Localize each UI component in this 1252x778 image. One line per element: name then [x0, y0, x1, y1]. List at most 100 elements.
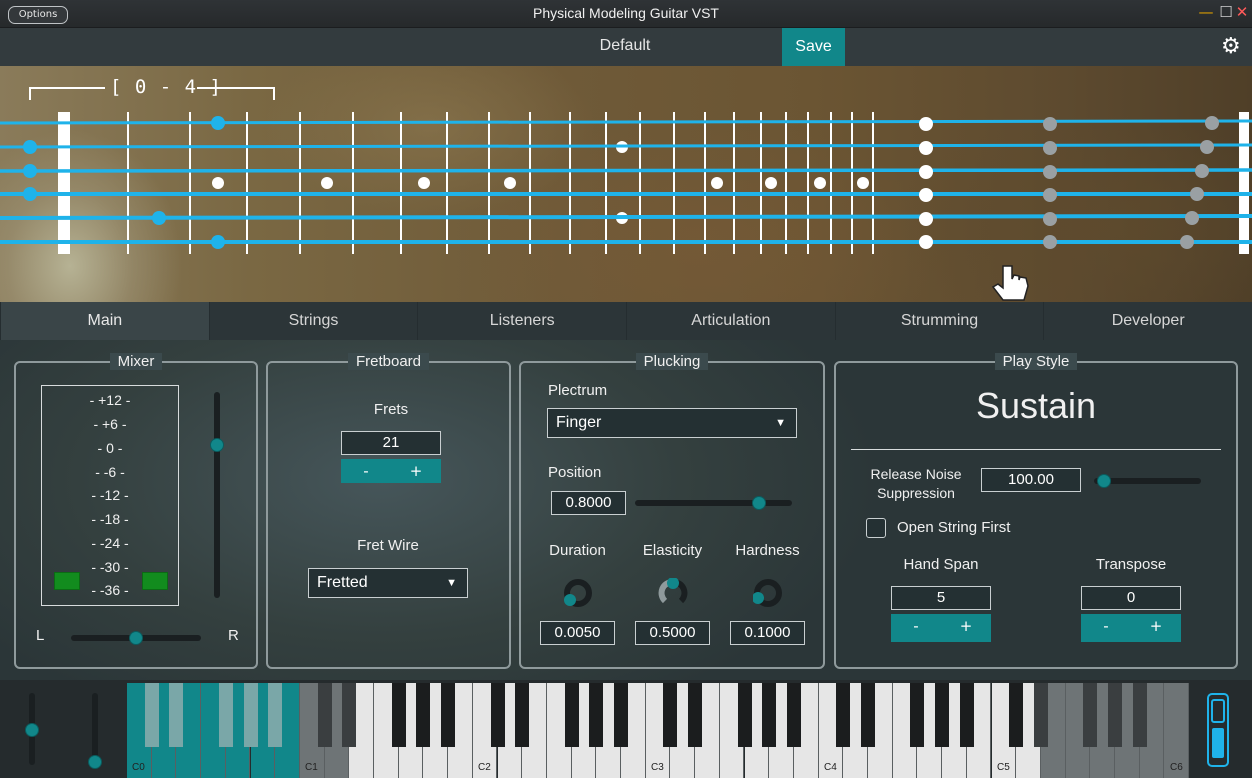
black-key[interactable] — [614, 683, 628, 747]
duration-field[interactable]: 0.0050 — [540, 621, 615, 645]
position-slider-thumb[interactable] — [752, 496, 766, 510]
frets-increment-button[interactable]: + — [391, 459, 441, 483]
plectrum-dropdown[interactable]: Finger ▼ — [547, 408, 797, 438]
release-noise-slider[interactable] — [1094, 474, 1201, 488]
position-field[interactable]: 0.8000 — [551, 491, 626, 515]
chevron-down-icon: ▼ — [775, 417, 786, 429]
black-key[interactable] — [1009, 683, 1024, 747]
black-key[interactable] — [935, 683, 950, 747]
fret-wire-dropdown[interactable]: Fretted ▼ — [308, 568, 468, 598]
position-slider[interactable] — [635, 496, 792, 510]
black-key[interactable] — [218, 683, 233, 747]
tab-strings[interactable]: Strings — [208, 302, 418, 340]
octave-label: C5 — [997, 762, 1010, 773]
hand-span-increment-button[interactable]: + — [941, 614, 991, 642]
black-key[interactable] — [515, 683, 530, 747]
black-key[interactable] — [441, 683, 456, 747]
db-label: - -6 - — [95, 464, 125, 480]
pan-right-label: R — [228, 627, 239, 644]
preset-name[interactable]: Default — [560, 37, 690, 55]
duration-knob[interactable] — [563, 578, 593, 608]
open-string-first-checkbox[interactable] — [866, 518, 886, 538]
hand-span-label: Hand Span — [903, 556, 979, 573]
black-key[interactable] — [268, 683, 283, 747]
hand-span-decrement-button[interactable]: - — [891, 614, 941, 642]
preset-bar: Default Save ⚙ — [0, 28, 1252, 66]
hand-span-field[interactable]: 5 — [891, 586, 991, 610]
close-button[interactable]: ✕ — [1232, 3, 1252, 21]
pan-slider-thumb[interactable] — [129, 631, 143, 645]
db-label: - +12 - — [89, 392, 131, 408]
mod-wheel[interactable] — [88, 693, 102, 769]
sustain-pedal-icon[interactable] — [1203, 692, 1233, 768]
tab-articulation[interactable]: Articulation — [626, 302, 835, 340]
tab-bar: Main Strings Listeners Articulation Stru… — [0, 302, 1252, 340]
mixer-title: Mixer — [109, 353, 163, 370]
pan-slider[interactable] — [71, 631, 201, 645]
fret-wire-label: Fret Wire — [357, 537, 419, 554]
tab-strumming[interactable]: Strumming — [834, 302, 1044, 340]
black-key[interactable] — [663, 683, 678, 747]
black-key[interactable] — [169, 683, 184, 747]
black-key[interactable] — [1083, 683, 1098, 747]
black-key[interactable] — [490, 683, 505, 747]
frets-stepper: - + — [341, 459, 441, 483]
minimize-button[interactable]: — — [1196, 3, 1216, 21]
black-key[interactable] — [342, 683, 357, 747]
black-key[interactable] — [737, 683, 752, 747]
transpose-increment-button[interactable]: + — [1131, 614, 1181, 642]
black-key[interactable] — [589, 683, 604, 747]
black-key[interactable] — [910, 683, 925, 747]
transpose-decrement-button[interactable]: - — [1081, 614, 1131, 642]
hardness-knob[interactable] — [753, 578, 783, 608]
fretboard-title: Fretboard — [347, 353, 430, 370]
release-noise-label: Release Noise — [870, 466, 962, 482]
black-key[interactable] — [836, 683, 851, 747]
release-noise-slider-thumb[interactable] — [1097, 474, 1111, 488]
black-key[interactable] — [243, 683, 258, 747]
play-style-title: Play Style — [994, 353, 1078, 370]
tab-main[interactable]: Main — [0, 302, 209, 340]
black-key[interactable] — [1033, 683, 1048, 747]
pitch-wheel[interactable] — [25, 693, 39, 765]
tab-listeners[interactable]: Listeners — [417, 302, 626, 340]
gear-icon[interactable]: ⚙ — [1221, 34, 1241, 59]
meter-led-right — [142, 572, 168, 590]
db-label: - +6 - — [93, 416, 127, 432]
black-key[interactable] — [688, 683, 703, 747]
db-label: - 0 - — [97, 440, 123, 456]
octave-label: C6 — [1170, 762, 1183, 773]
release-noise-field[interactable]: 100.00 — [981, 468, 1081, 492]
black-key[interactable] — [564, 683, 579, 747]
elasticity-knob[interactable] — [658, 578, 688, 608]
black-key[interactable] — [391, 683, 406, 747]
black-key[interactable] — [959, 683, 974, 747]
black-key[interactable] — [144, 683, 159, 747]
window-title: Physical Modeling Guitar VST — [533, 5, 719, 21]
transpose-field[interactable]: 0 — [1081, 586, 1181, 610]
pitch-wheel-thumb[interactable] — [25, 723, 39, 737]
fretboard-view[interactable]: [ 0 - 4 ] — [0, 66, 1252, 302]
black-key[interactable] — [317, 683, 332, 747]
black-key[interactable] — [762, 683, 777, 747]
black-key[interactable] — [416, 683, 431, 747]
black-key[interactable] — [786, 683, 801, 747]
black-key[interactable] — [1108, 683, 1122, 747]
play-style-mode[interactable]: Sustain — [851, 385, 1221, 427]
black-key[interactable] — [1132, 683, 1147, 747]
frets-decrement-button[interactable]: - — [341, 459, 391, 483]
volume-slider[interactable] — [210, 392, 224, 598]
tab-developer[interactable]: Developer — [1043, 302, 1252, 340]
black-key[interactable] — [861, 683, 875, 747]
meter-led-left — [54, 572, 80, 590]
save-button[interactable]: Save — [782, 28, 845, 66]
plucking-title: Plucking — [635, 353, 709, 370]
elasticity-field[interactable]: 0.5000 — [635, 621, 710, 645]
mod-wheel-thumb[interactable] — [88, 755, 102, 769]
volume-slider-thumb[interactable] — [210, 438, 224, 452]
octave-label: C1 — [305, 762, 318, 773]
hardness-field[interactable]: 0.1000 — [730, 621, 805, 645]
octave-label: C3 — [651, 762, 664, 773]
frets-field[interactable]: 21 — [341, 431, 441, 455]
db-label: - -18 - — [91, 511, 129, 527]
